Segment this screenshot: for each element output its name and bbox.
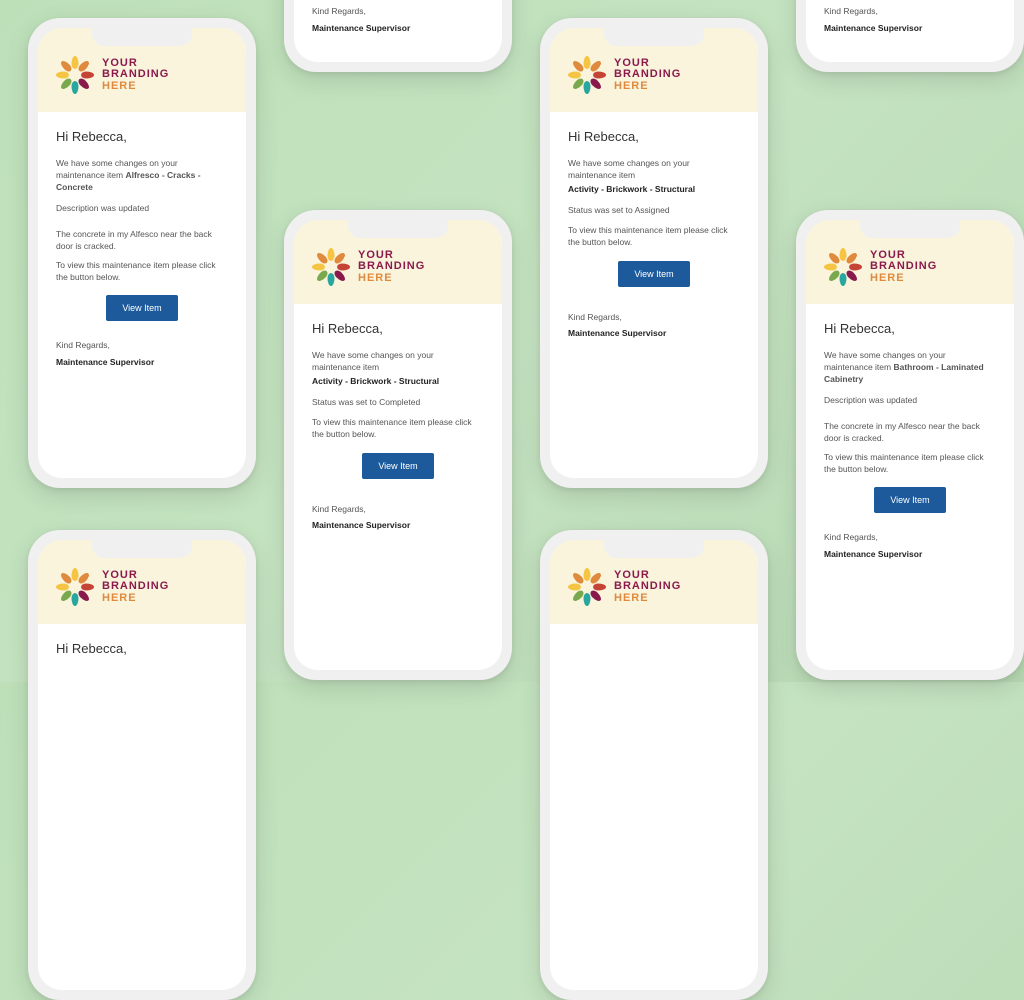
email-body: View Item Kind Regards, Maintenance Supe… bbox=[294, 0, 502, 50]
intro-text: We have some changes on your maintenance… bbox=[56, 157, 228, 194]
brand-text: YOUR BRANDING HERE bbox=[358, 250, 425, 285]
instruction-text: To view this maintenance item please cli… bbox=[312, 416, 484, 441]
view-item-button[interactable]: View Item bbox=[618, 261, 689, 287]
brand-text: YOUR BRANDING HERE bbox=[102, 58, 169, 93]
email-body bbox=[550, 624, 758, 656]
regards-text: Kind Regards, bbox=[824, 5, 996, 17]
description-text: The concrete in my Alfesco near the back… bbox=[56, 228, 228, 253]
view-item-button[interactable]: View Item bbox=[106, 295, 177, 321]
email-body: View Item Kind Regards, Maintenance Supe… bbox=[806, 0, 1014, 50]
email-body: Hi Rebecca, We have some changes on your… bbox=[806, 304, 1014, 576]
status-text: Status was set to Assigned bbox=[568, 204, 740, 216]
regards-text: Kind Regards, bbox=[56, 339, 228, 351]
instruction-text: To view this maintenance item please cli… bbox=[824, 451, 996, 476]
instruction-text: To view this maintenance item please cli… bbox=[568, 224, 740, 249]
brand-logo-icon bbox=[56, 56, 94, 94]
email-body: Hi Rebecca, We have some changes on your… bbox=[38, 112, 246, 384]
maintenance-item: Activity - Brickwork - Structural bbox=[568, 183, 740, 195]
view-item-button[interactable]: View Item bbox=[362, 453, 433, 479]
signoff-text: Maintenance Supervisor bbox=[568, 327, 740, 339]
status-text: Status was set to Completed bbox=[312, 396, 484, 408]
regards-text: Kind Regards, bbox=[312, 5, 484, 17]
brand-logo-icon bbox=[56, 568, 94, 606]
greeting: Hi Rebecca, bbox=[312, 320, 484, 339]
signoff-text: Maintenance Supervisor bbox=[824, 548, 996, 560]
brand-text: YOUR BRANDING HERE bbox=[614, 570, 681, 605]
regards-text: Kind Regards, bbox=[312, 503, 484, 515]
signoff-text: Maintenance Supervisor bbox=[312, 519, 484, 531]
brand-logo-icon bbox=[824, 248, 862, 286]
intro-text: We have some changes on your maintenance… bbox=[824, 349, 996, 386]
description-text: The concrete in my Alfesco near the back… bbox=[824, 420, 996, 445]
status-text: Description was updated bbox=[56, 202, 228, 214]
signoff-text: Maintenance Supervisor bbox=[312, 22, 484, 34]
brand-logo-icon bbox=[568, 568, 606, 606]
view-item-button[interactable]: View Item bbox=[874, 487, 945, 513]
regards-text: Kind Regards, bbox=[568, 311, 740, 323]
brand-text: YOUR BRANDING HERE bbox=[614, 58, 681, 93]
greeting: Hi Rebecca, bbox=[568, 128, 740, 147]
brand-text: YOUR BRANDING HERE bbox=[870, 250, 937, 285]
maintenance-item: Activity - Brickwork - Structural bbox=[312, 375, 484, 387]
intro-text: We have some changes on your maintenance… bbox=[312, 349, 484, 374]
signoff-text: Maintenance Supervisor bbox=[56, 356, 228, 368]
greeting: Hi Rebecca, bbox=[824, 320, 996, 339]
status-text: Description was updated bbox=[824, 394, 996, 406]
signoff-text: Maintenance Supervisor bbox=[824, 22, 996, 34]
email-body: Hi Rebecca, We have some changes on your… bbox=[550, 112, 758, 355]
greeting: Hi Rebecca, bbox=[56, 640, 228, 659]
instruction-text: To view this maintenance item please cli… bbox=[56, 259, 228, 284]
intro-text: We have some changes on your maintenance… bbox=[568, 157, 740, 182]
regards-text: Kind Regards, bbox=[824, 531, 996, 543]
email-body: Hi Rebecca, We have some changes on your… bbox=[294, 304, 502, 547]
brand-logo-icon bbox=[312, 248, 350, 286]
greeting: Hi Rebecca, bbox=[56, 128, 228, 147]
email-body: Hi Rebecca, bbox=[38, 624, 246, 685]
brand-text: YOUR BRANDING HERE bbox=[102, 570, 169, 605]
brand-logo-icon bbox=[568, 56, 606, 94]
